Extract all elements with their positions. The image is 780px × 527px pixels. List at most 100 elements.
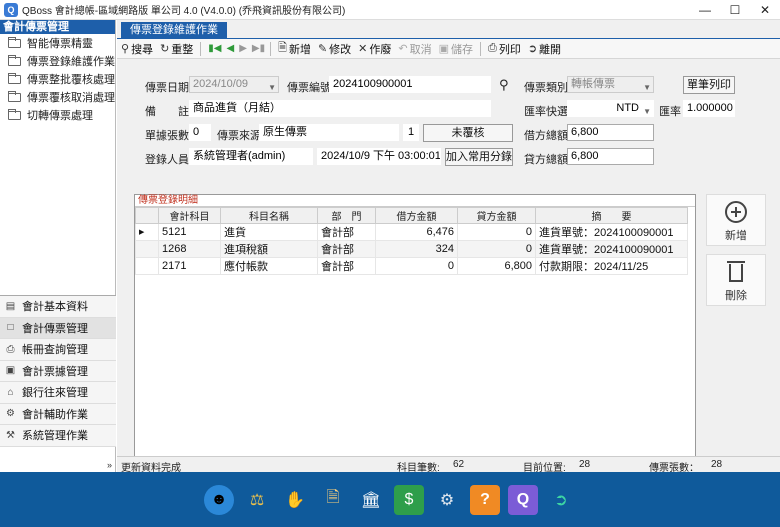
account-name-cell[interactable]: 進貨 [220, 223, 318, 241]
column-header[interactable]: 會計科目 [158, 207, 221, 224]
voucher-type-select[interactable]: 轉帳傳票 ▼ [567, 76, 654, 93]
floppy-icon: ▣ [438, 43, 450, 55]
save-button[interactable]: ▣ 儲存 [439, 41, 473, 57]
dept-cell[interactable]: 會計部 [317, 240, 376, 258]
handshake-icon[interactable]: ✋ [280, 485, 310, 515]
search-icon: ⚲ [121, 43, 130, 55]
first-record-icon[interactable]: ▮◀ [208, 43, 221, 54]
module-label: 會計基本資料 [22, 301, 88, 314]
search-label: 搜尋 [131, 43, 154, 56]
exit-icon[interactable]: ➲ [546, 485, 576, 515]
account-name-cell[interactable]: 應付帳款 [220, 257, 318, 275]
sidebar-item-batch-review[interactable]: 傳票整批覆核處理 [0, 70, 115, 88]
table-row[interactable]: 1268 進項稅額 會計部 324 0 進貨單號：2024100090001 [135, 240, 688, 258]
sidebar-menu: 智能傳票精靈 傳票登錄維護作業 傳票整批覆核處理 傳票覆核取消處理 切轉傳票處理 [0, 34, 115, 124]
reload-label: 重整 [171, 43, 194, 56]
fx-select[interactable]: NTD ▼ [567, 100, 654, 117]
print-single-button[interactable]: 單筆列印 [683, 76, 735, 94]
dept-cell[interactable]: 會計部 [317, 257, 376, 275]
last-record-icon[interactable]: ▶▮ [252, 43, 265, 54]
credit-cell[interactable]: 0 [457, 223, 536, 241]
column-header[interactable]: 科目名稱 [220, 207, 318, 224]
void-button[interactable]: ✕ 作廢 [358, 41, 391, 57]
dept-cell[interactable]: 會計部 [317, 223, 376, 241]
module-system[interactable]: ⚒ 系統管理作業 [0, 425, 116, 447]
folder-icon [8, 36, 21, 48]
tab-voucher-entry[interactable]: 傳票登錄維護作業 [121, 22, 227, 38]
note-field[interactable]: 商品進貨（月結） [189, 100, 491, 117]
edit-button[interactable]: ✎ 修改 [318, 41, 351, 57]
table-row[interactable]: ▶ 5121 進貨 會計部 6,476 0 進貨單號：2024100090001 [135, 223, 688, 241]
add-row-button[interactable]: 新增 [706, 194, 766, 246]
close-button[interactable]: ✕ [750, 0, 780, 20]
delete-row-button[interactable]: 刪除 [706, 254, 766, 306]
add-button[interactable]: 🗎 新增 [278, 39, 311, 58]
sidebar-item-voucher-entry[interactable]: 傳票登錄維護作業 [0, 52, 115, 70]
column-header[interactable]: 貸方金額 [457, 207, 536, 224]
minimize-button[interactable]: — [690, 0, 720, 20]
sidebar-item-transfer[interactable]: 切轉傳票處理 [0, 106, 115, 124]
save-label: 儲存 [451, 43, 474, 56]
help-icon[interactable]: ? [470, 484, 500, 515]
fx-value: NTD [616, 102, 639, 114]
account-code-cell[interactable]: 5121 [158, 223, 221, 241]
module-bank[interactable]: ⌂ 銀行往來管理 [0, 382, 116, 404]
search-button[interactable]: ⚲ 搜尋 [121, 41, 153, 57]
column-header[interactable]: 摘 要 [535, 207, 688, 224]
next-record-icon[interactable]: ▶ [239, 43, 247, 54]
account-name-cell[interactable]: 進項稅額 [220, 240, 318, 258]
credit-total-field: 6,800 [567, 148, 654, 165]
print-button[interactable]: ⎙ 列印 [488, 41, 521, 57]
document-icon[interactable]: 🗎 [318, 485, 348, 515]
attach-field[interactable]: 0 [189, 124, 211, 141]
scales-icon[interactable]: ⚖ [242, 485, 272, 515]
module-ledger[interactable]: ⎙ 帳冊查詢管理 [0, 339, 116, 361]
column-header[interactable]: 部 門 [317, 207, 376, 224]
table-row[interactable]: 2171 應付帳款 會計部 0 6,800 付款期限：2024/11/25 [135, 257, 688, 275]
memo-cell[interactable]: 付款期限：2024/11/25 [535, 257, 688, 275]
settings-icon[interactable]: ⚙ [432, 485, 462, 515]
module-aux[interactable]: ⚙ 會計輔助作業 [0, 403, 116, 425]
title-bar: Q QBoss 會計總帳-區域網路版 單公司 4.0 (V4.0.0) (乔飛資… [0, 0, 780, 20]
voucher-no-field[interactable]: 2024100900001 [329, 76, 491, 93]
debit-cell[interactable]: 6,476 [375, 223, 458, 241]
sidebar-item-label: 傳票覆核取消處理 [27, 92, 115, 104]
refresh-icon: ↻ [160, 43, 170, 55]
credit-cell[interactable]: 0 [457, 240, 536, 258]
module-notes[interactable]: ▣ 會計票據管理 [0, 360, 116, 382]
module-icon: ⌂ [7, 386, 14, 398]
expand-chevron-icon[interactable]: » [107, 460, 112, 470]
status-bar: 更新資料完成 科目筆數: 62 目前位置: 28 傳票張數： 28 [117, 456, 780, 474]
mascot-icon[interactable]: ☻ [204, 484, 234, 515]
sidebar-item-review-cancel[interactable]: 傳票覆核取消處理 [0, 88, 115, 106]
column-header[interactable]: 借方金額 [375, 207, 458, 224]
prev-record-icon[interactable]: ◀ [226, 43, 234, 54]
date-field[interactable]: 2024/10/09 ▼ [189, 76, 279, 93]
q-icon[interactable]: Q [508, 484, 538, 515]
module-basic-data[interactable]: ▤ 會計基本資料 [0, 296, 116, 318]
debit-cell[interactable]: 324 [375, 240, 458, 258]
plus-circle-icon [725, 201, 747, 223]
exit-button[interactable]: ➲ 離開 [528, 41, 561, 57]
search-icon[interactable]: ⚲ [499, 77, 509, 93]
memo-cell[interactable]: 進貨單號：2024100090001 [535, 223, 688, 241]
credit-cell[interactable]: 6,800 [457, 257, 536, 275]
trash-icon [727, 261, 745, 282]
account-code-cell[interactable]: 2171 [158, 257, 221, 275]
add-common-entry-button[interactable]: 加入常用分錄 [445, 148, 513, 166]
reload-button[interactable]: ↻ 重整 [160, 41, 193, 57]
bank-icon[interactable]: 🏛 [356, 485, 386, 515]
add-label: 新增 [288, 43, 311, 56]
module-voucher[interactable]: □ 會計傳票管理 [0, 317, 116, 339]
review-status-button[interactable]: 未覆核 [423, 124, 513, 142]
debit-cell[interactable]: 0 [375, 257, 458, 275]
cancel-label: 取消 [409, 43, 432, 56]
toolbar: ⚲ 搜尋 ↻ 重整 ▮◀ ◀ ▶ ▶▮ 🗎 新增 ✎ 修改 ✕ 作廢 ↶ 取消 ▣ 儲存 ⎙ 列… [117, 39, 780, 59]
memo-cell[interactable]: 進貨單號：2024100090001 [535, 240, 688, 258]
maximize-button[interactable]: ☐ [720, 0, 750, 20]
rate-field[interactable]: 1.000000 [683, 100, 735, 117]
account-code-cell[interactable]: 1268 [158, 240, 221, 258]
cancel-button[interactable]: ↶ 取消 [398, 41, 431, 57]
money-icon[interactable]: $ [394, 484, 424, 515]
sidebar-item-wizard[interactable]: 智能傳票精靈 [0, 34, 115, 52]
